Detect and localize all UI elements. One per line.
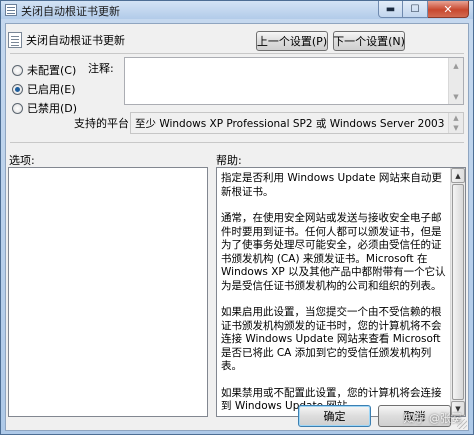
policy-title: 关闭自动根证书更新 <box>26 34 125 47</box>
policy-document-icon <box>5 4 17 16</box>
radio-not-configured[interactable]: 未配置(C) <box>12 62 76 78</box>
options-label: 选项: <box>9 154 35 167</box>
help-paragraph: 通常，在使用安全网站或发送与接收安全电子邮件时要用到证书。任何人都可以颁发证书，… <box>221 212 446 292</box>
window-title: 关闭自动根证书更新 <box>21 5 120 18</box>
comment-scroll-down-icon[interactable]: ▼ <box>449 89 463 104</box>
ok-button[interactable]: 确定 <box>298 405 371 427</box>
supported-scroll-up-icon[interactable]: ▲ <box>449 113 463 123</box>
comment-scrollbar[interactable]: ▲ ▼ <box>448 58 463 104</box>
help-text: 指定是否利用 Windows Update 网站来自动更新根证书。 通常，在使用… <box>221 172 447 412</box>
supported-scroll-down-icon[interactable]: ▼ <box>449 123 463 133</box>
supported-on-label: 支持的平台: <box>74 117 133 130</box>
help-scroll-thumb[interactable] <box>452 184 464 400</box>
radio-disabled-circle[interactable] <box>12 102 23 114</box>
maximize-button[interactable]: ☐ <box>403 1 428 18</box>
previous-setting-button[interactable]: 上一个设置(P) <box>256 31 328 51</box>
section-divider <box>10 142 464 143</box>
radio-enabled-circle[interactable] <box>12 83 23 95</box>
policy-dialog-window: 关闭自动根证书更新 ▬ ☐ ✕ 关闭自动根证书更新 上一个设置(P) 下一个设置… <box>0 0 474 435</box>
help-pane[interactable]: 指定是否利用 Windows Update 网站来自动更新根证书。 通常，在使用… <box>216 167 466 417</box>
policy-header: 关闭自动根证书更新 <box>8 32 125 48</box>
title-bar[interactable]: 关闭自动根证书更新 ▬ ☐ ✕ <box>1 1 473 19</box>
radio-disabled-label: 已禁用(D) <box>27 102 78 115</box>
radio-enabled[interactable]: 已启用(E) <box>12 81 76 97</box>
watermark-text: 知乎 @张冕 <box>403 412 463 425</box>
comment-textarea[interactable]: ▲ ▼ <box>124 57 464 105</box>
radio-enabled-label: 已启用(E) <box>27 83 76 96</box>
comment-label: 注释: <box>88 62 114 75</box>
supported-on-value: 至少 Windows XP Professional SP2 或 Windows… <box>130 112 464 134</box>
resize-grip-icon[interactable] <box>457 419 467 429</box>
policy-setting-icon <box>8 32 22 48</box>
radio-not-configured-circle[interactable] <box>12 64 23 76</box>
supported-on-text: 至少 Windows XP Professional SP2 或 Windows… <box>135 118 464 130</box>
window-controls: ▬ ☐ ✕ <box>378 1 469 18</box>
header-divider <box>10 53 464 54</box>
help-paragraph: 指定是否利用 Windows Update 网站来自动更新根证书。 <box>221 172 442 198</box>
dialog-client-area: 关闭自动根证书更新 上一个设置(P) 下一个设置(N) 未配置(C) 已启用(E… <box>5 23 469 431</box>
minimize-button[interactable]: ▬ <box>378 1 403 18</box>
help-scrollbar[interactable]: ▲ ▼ <box>450 168 465 416</box>
close-button[interactable]: ✕ <box>428 1 469 18</box>
next-setting-button[interactable]: 下一个设置(N) <box>333 31 405 51</box>
options-pane[interactable] <box>8 167 208 417</box>
comment-scroll-up-icon[interactable]: ▲ <box>449 58 463 73</box>
help-scroll-up-icon[interactable]: ▲ <box>451 168 465 183</box>
help-label: 帮助: <box>216 154 242 167</box>
supported-scrollbar[interactable]: ▲ ▼ <box>448 113 463 133</box>
help-paragraph: 如果启用此设置，当您提交一个由不受信赖的根证书颁发机构颁发的证书时，您的计算机将… <box>221 306 442 372</box>
radio-disabled[interactable]: 已禁用(D) <box>12 100 77 116</box>
radio-not-configured-label: 未配置(C) <box>27 64 77 77</box>
